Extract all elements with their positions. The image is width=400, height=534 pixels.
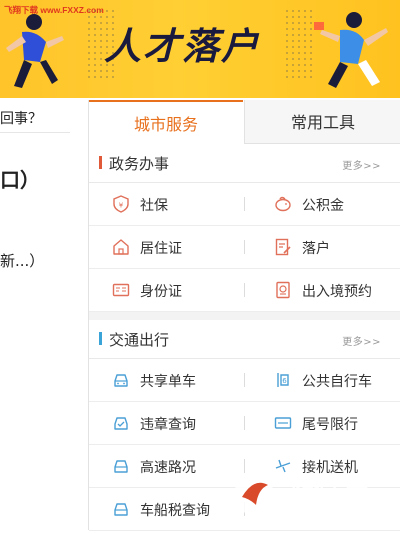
- tab-city-services[interactable]: 城市服务: [89, 100, 243, 144]
- fxxz-logo-icon: 飞翔下载 WWW.FXXZ.COM: [234, 475, 368, 522]
- divider: [244, 283, 245, 297]
- svg-text:¥: ¥: [119, 202, 124, 210]
- promo-banner[interactable]: 飞翔下载 www.FXXZ.com 人才落户: [0, 0, 400, 98]
- section-header-transport: 交通出行 更多>>: [89, 320, 400, 359]
- svg-text:6: 6: [282, 377, 287, 385]
- passport-icon: [276, 281, 290, 299]
- service-item-plate-restriction[interactable]: 尾号限行: [251, 402, 400, 444]
- watermark-url: WWW.FXXZ.COM: [282, 511, 364, 522]
- service-item-shared-bike[interactable]: 共享单车: [89, 359, 239, 401]
- car-icon: [114, 460, 128, 473]
- runner-illustration-right: [314, 12, 388, 88]
- watermark-name: 飞翔下载: [280, 481, 368, 507]
- service-tabs: 城市服务 常用工具: [89, 100, 400, 144]
- service-item-exit-entry[interactable]: 出入境预约: [251, 269, 400, 311]
- article-fragment-2: 口）: [0, 168, 40, 192]
- social-security-icon: ¥: [113, 195, 129, 213]
- service-label: 公共自行车: [302, 374, 372, 390]
- section-marker: [99, 156, 102, 169]
- car-icon: [114, 374, 128, 387]
- left-article-fragment: 回事？ 口） 新...）: [0, 98, 88, 530]
- divider: [244, 416, 245, 430]
- service-item-settle[interactable]: 落户: [251, 226, 400, 268]
- service-label: 共享单车: [140, 374, 196, 390]
- bike-counter-icon: 6: [277, 373, 289, 387]
- divider: [0, 132, 70, 133]
- service-label: 落户: [302, 241, 330, 257]
- service-item-vehicle-tax[interactable]: 车船税查询: [89, 488, 239, 530]
- violation-check-icon: [114, 417, 128, 430]
- section-header-government: 政务办事 更多>>: [89, 144, 400, 183]
- service-item-social-security[interactable]: ¥ 社保: [89, 183, 239, 225]
- banner-title: 人才落户: [104, 25, 260, 68]
- tab-common-tools[interactable]: 常用工具: [244, 100, 400, 144]
- service-row: 身份证 出入境预约: [89, 269, 400, 312]
- section-title: 政务办事: [109, 155, 170, 173]
- service-label: 居住证: [140, 241, 182, 257]
- service-item-violation-check[interactable]: 违章查询: [89, 402, 239, 444]
- article-fragment-1[interactable]: 回事？: [0, 108, 42, 128]
- service-item-highway-status[interactable]: 高速路况: [89, 445, 239, 487]
- license-plate-icon: [274, 417, 292, 429]
- service-item-id-card[interactable]: 身份证: [89, 269, 239, 311]
- piggy-bank-icon: [275, 196, 291, 212]
- more-link[interactable]: 更多>>: [342, 157, 381, 172]
- section-marker: [99, 332, 102, 345]
- service-row: ¥ 社保 公积金: [89, 183, 400, 226]
- id-card-icon: [112, 283, 130, 297]
- runner-illustration-left: [6, 14, 64, 88]
- service-row: 共享单车 6 公共自行车: [89, 359, 400, 402]
- service-item-public-bike[interactable]: 6 公共自行车: [251, 359, 400, 401]
- more-link[interactable]: 更多>>: [342, 333, 381, 348]
- service-label: 高速路况: [140, 460, 196, 476]
- section-title: 交通出行: [109, 331, 170, 349]
- service-label: 社保: [140, 198, 168, 214]
- service-label: 公积金: [302, 198, 344, 214]
- service-row: 违章查询 尾号限行: [89, 402, 400, 445]
- document-edit-icon: [275, 238, 291, 256]
- car-icon: [114, 503, 128, 516]
- divider: [244, 197, 245, 211]
- divider: [244, 373, 245, 387]
- service-item-housing-fund[interactable]: 公积金: [251, 183, 400, 225]
- service-label: 尾号限行: [302, 417, 358, 433]
- home-icon: [113, 239, 129, 255]
- service-label: 车船税查询: [140, 503, 210, 519]
- site-watermark-logo: 飞翔下载 WWW.FXXZ.COM: [230, 465, 400, 530]
- divider: [244, 240, 245, 254]
- section-gap: [89, 312, 400, 320]
- service-label: 身份证: [140, 284, 182, 300]
- service-row: 居住证 落户: [89, 226, 400, 269]
- article-fragment-3[interactable]: 新...）: [0, 250, 44, 271]
- service-label: 违章查询: [140, 417, 196, 433]
- service-label: 出入境预约: [302, 284, 372, 300]
- service-item-residence-permit[interactable]: 居住证: [89, 226, 239, 268]
